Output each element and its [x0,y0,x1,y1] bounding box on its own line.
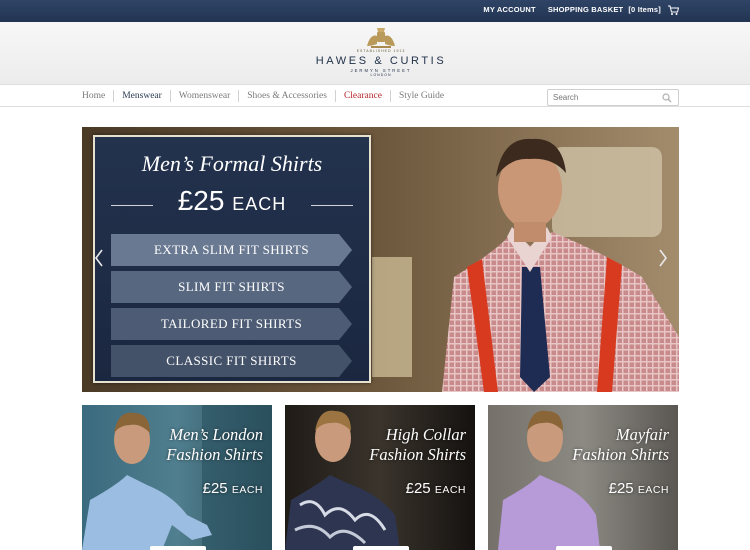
established-text: ESTABLISHED 1913 [356,49,406,53]
tile-price: £25 EACH [609,480,669,497]
hero-banner[interactable]: Men’s Formal Shirts £25 EACH EXTRA SLIM … [82,127,679,392]
crest-icon [367,28,395,48]
main-nav: Home Menswear Womenswear Shoes & Accesso… [0,84,750,107]
tile-title-line: Fashion Shirts [166,445,263,464]
nav-item-clearance[interactable]: Clearance [334,90,390,102]
price-each: EACH [434,484,466,496]
search-input[interactable] [553,93,658,102]
chevron-left-icon[interactable] [94,249,104,267]
tile-title-line: Fashion Shirts [369,445,466,464]
tile-title-line: Mayfair [615,425,669,444]
classic-fit-link[interactable]: CLASSIC FIT SHIRTS [111,345,352,377]
nav-item-womenswear[interactable]: Womenswear [169,90,238,102]
price-value: £25 [405,480,431,497]
price-each: EACH [231,484,263,496]
tile-title: High Collar Fashion Shirts [316,425,466,465]
brand-city: LONDON [370,73,392,77]
tile-title-line: High Collar [385,425,466,444]
nav-item-shoes-accessories[interactable]: Shoes & Accessories [238,90,335,102]
site-logo[interactable]: ESTABLISHED 1913 HAWES & CURTIS JERMYN S… [313,26,449,82]
price-value: £25 [608,480,634,497]
mayfair-fashion-tile[interactable]: Mayfair Fashion Shirts £25 EACH [488,405,678,550]
panel-price: £25 EACH [95,185,369,217]
tile-title-line: Fashion Shirts [572,445,669,464]
my-account-link[interactable]: MY ACCOUNT [483,5,535,14]
top-utility-bar: MY ACCOUNT SHOPPING BASKET [0 Items] [0,0,750,22]
utility-links: MY ACCOUNT SHOPPING BASKET [0 Items] [483,5,680,14]
basket-label: SHOPPING BASKET [547,5,624,14]
nav-item-style-guide[interactable]: Style Guide [389,90,452,102]
tile-price: £25 EACH [406,480,466,497]
nav-item-menswear[interactable]: Menswear [113,90,170,102]
tile-title: Mayfair Fashion Shirts [519,425,669,465]
price-value: £25 [202,480,228,497]
extra-slim-fit-link[interactable]: EXTRA SLIM FIT SHIRTS [111,234,352,266]
brand-name: HAWES & CURTIS [315,55,447,67]
basket-count: [0 Items] [628,5,661,14]
search-box [547,89,679,106]
price-each: EACH [637,484,669,496]
nav-item-home[interactable]: Home [82,90,113,102]
shopping-basket-link[interactable]: SHOPPING BASKET [0 Items] [548,5,680,14]
formal-shirts-panel: Men’s Formal Shirts £25 EACH EXTRA SLIM … [93,135,371,383]
search-icon[interactable] [662,93,672,103]
chevron-right-icon[interactable] [658,249,668,267]
nav-list: Home Menswear Womenswear Shoes & Accesso… [82,90,452,102]
slim-fit-link[interactable]: SLIM FIT SHIRTS [111,271,352,303]
tile-title-line: Men’s London [169,425,263,444]
price-each: EACH [232,194,287,214]
tile-shop-tab[interactable] [353,546,409,550]
high-collar-tile[interactable]: High Collar Fashion Shirts £25 EACH [285,405,475,550]
tile-price: £25 EACH [203,480,263,497]
price-value: £25 [177,185,225,216]
london-fashion-tile[interactable]: Men’s London Fashion Shirts £25 EACH [82,405,272,550]
site-header: ESTABLISHED 1913 HAWES & CURTIS JERMYN S… [0,22,750,84]
cart-icon[interactable] [667,4,679,16]
panel-title: Men’s Formal Shirts [141,151,323,176]
tailored-fit-link[interactable]: TAILORED FIT SHIRTS [111,308,352,340]
tile-title: Men’s London Fashion Shirts [113,425,263,465]
tile-shop-tab[interactable] [556,546,612,550]
tile-shop-tab[interactable] [150,546,206,550]
